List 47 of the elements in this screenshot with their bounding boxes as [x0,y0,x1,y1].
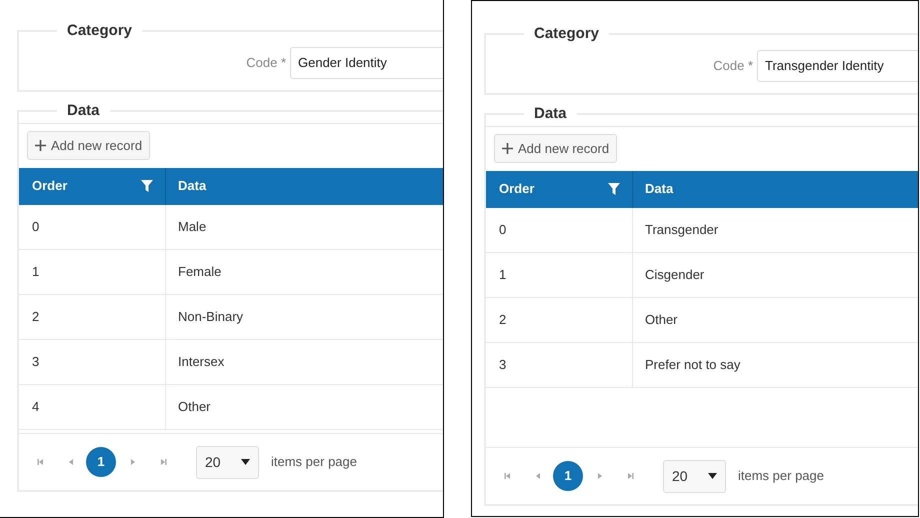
section-title: Category [66,21,134,41]
table-cell-text: Other [644,310,679,329]
code-field[interactable]: Transgender Identity [757,50,918,82]
field-label: Code * [713,56,753,75]
table-cell-text: Non-Binary [177,308,244,326]
table-cell: 2 [486,298,633,342]
page-button[interactable]: 1 [553,461,583,491]
table-cell: 4 [19,384,166,428]
table-cell-text: Prefer not to say [644,356,742,374]
add-record-button[interactable]: Add new record [494,134,618,163]
section-title: Data [66,101,101,121]
column-header[interactable]: Data [633,170,918,208]
add-record-button[interactable]: Add new record [27,131,150,160]
table-cell: 1 [486,252,633,296]
caret-icon [241,459,250,465]
page-size-dropdown[interactable]: 20 [663,460,726,492]
table-cell-text: Other [177,398,212,416]
table-cell: 2 [19,294,166,338]
plus-icon [502,143,513,154]
page-button[interactable]: 1 [86,447,116,477]
filter-icon[interactable] [141,180,153,192]
table-cell-text: Transgender [644,220,720,239]
table-cell-text: Female [177,262,222,281]
column-header[interactable]: Order [486,170,633,208]
column-header[interactable]: Data [166,168,443,204]
first-page-icon[interactable] [503,471,513,481]
page-size-label: items per page [738,467,824,486]
filter-icon[interactable] [608,183,620,195]
section-title: Data [533,104,568,124]
last-page-icon[interactable] [158,457,168,467]
table-cell-text: Intersex [177,352,226,371]
section-title: Category [533,24,600,44]
first-page-icon[interactable] [36,457,46,467]
table-cell: 0 [19,204,166,248]
field-label: Code * [246,54,286,72]
table-cell-text: Cisgender [644,266,706,284]
table-cell: 3 [19,340,166,384]
table-cell: 1 [19,250,166,294]
table-cell-text: Male [177,218,208,236]
caret-icon [708,473,717,479]
table-cell: 0 [486,208,633,252]
page-size-label: items per page [271,453,357,472]
table-cell: 3 [486,342,633,386]
last-page-icon[interactable] [625,471,635,481]
page-size-dropdown[interactable]: 20 [196,446,259,478]
plus-icon [35,140,46,151]
column-header[interactable]: Order [19,168,166,204]
